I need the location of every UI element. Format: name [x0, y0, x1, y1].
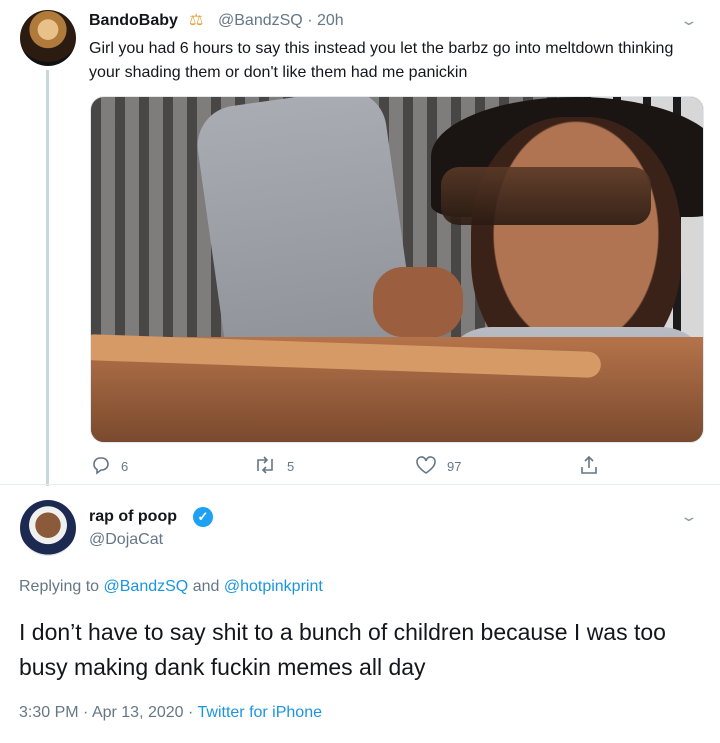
replying-user-hotpinkprint[interactable]: @hotpinkprint — [224, 578, 323, 595]
divider — [0, 484, 720, 485]
reply-icon — [91, 455, 111, 478]
retweet-count: 5 — [287, 459, 295, 474]
tweet2-metadata: 3:30 PM · Apr 13, 2020 · Twitter for iPh… — [19, 704, 322, 722]
tweet1-time[interactable]: 20h — [317, 12, 344, 29]
tweet1-text: Girl you had 6 hours to say this instead… — [89, 40, 674, 81]
reply-count: 6 — [121, 459, 129, 474]
retweet-icon — [253, 455, 277, 478]
tweet2-display-name[interactable]: rap of poop — [89, 508, 177, 526]
avatar-bandobaby[interactable] — [20, 10, 76, 66]
tweet2-date[interactable]: Apr 13, 2020 — [92, 704, 184, 721]
scales-emoji-icon: ⚖ — [189, 12, 204, 29]
like-count: 97 — [447, 459, 462, 474]
retweet-button[interactable]: 5 — [253, 455, 294, 478]
share-button[interactable] — [579, 455, 599, 478]
replying-user-bandzsq[interactable]: @BandzSQ — [104, 578, 189, 595]
meta-dot: · — [83, 704, 89, 721]
tweet1-handle[interactable]: @BandzSQ — [218, 12, 303, 29]
thread-line — [46, 70, 49, 486]
meta-dot: · — [188, 704, 194, 721]
separator: · — [307, 12, 313, 29]
tweet1-display-name[interactable]: BandoBaby — [89, 12, 178, 30]
share-icon — [579, 455, 599, 478]
tweet2-source[interactable]: Twitter for iPhone — [198, 704, 323, 721]
heart-icon — [415, 455, 437, 478]
replying-and: and — [192, 578, 220, 595]
replying-to: Replying to @BandzSQ and @hotpinkprint — [19, 578, 323, 596]
chevron-down-icon[interactable]: ⌄ — [679, 12, 698, 29]
tweet2-handle[interactable]: @DojaCat — [89, 531, 163, 549]
tweet1-handle-time[interactable]: @BandzSQ · 20h — [218, 12, 344, 30]
tweet2-time[interactable]: 3:30 PM — [19, 704, 79, 721]
avatar-dojacat[interactable] — [20, 500, 76, 556]
tweet2-text: I don’t have to say shit to a bunch of c… — [19, 619, 666, 680]
replying-prefix: Replying to — [19, 578, 100, 595]
media-sunglasses — [441, 167, 651, 225]
reply-button[interactable]: 6 — [91, 455, 128, 478]
like-button[interactable]: 97 — [415, 455, 461, 478]
chevron-down-icon[interactable]: ⌄ — [679, 508, 698, 525]
media-hand — [373, 267, 463, 337]
verified-badge-icon: ✓ — [193, 507, 213, 527]
tweet1-media[interactable] — [90, 96, 704, 443]
